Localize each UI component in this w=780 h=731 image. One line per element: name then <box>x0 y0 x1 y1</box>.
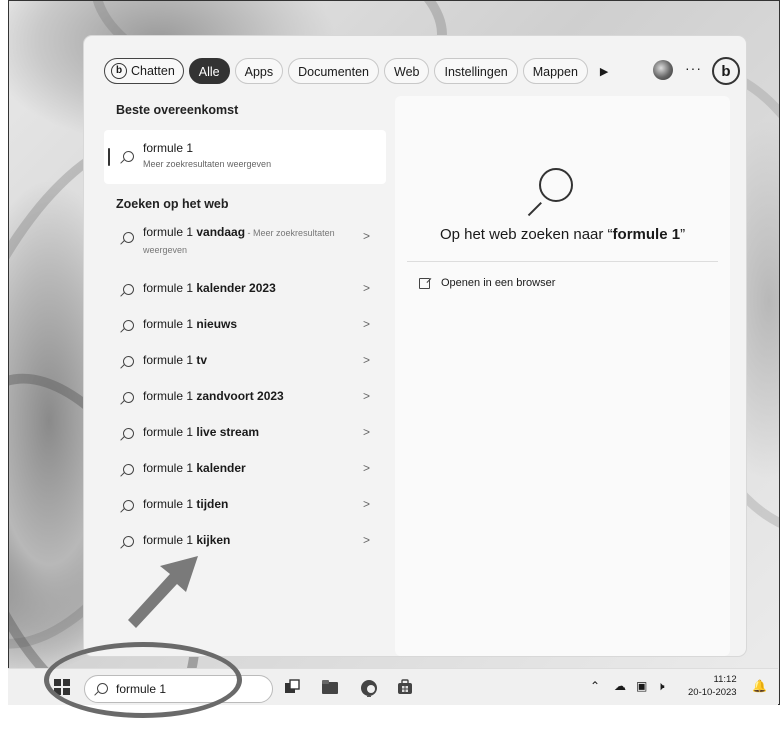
chevron-right-icon: > <box>363 317 371 331</box>
filter-bar: b Chatten Alle Apps Documenten Web Inste… <box>104 57 740 85</box>
taskbar: formule 1 ⌃ ☁ ▣ 🕨 11:12 20-10-2023 🔔 <box>8 668 778 705</box>
clock-time: 11:12 <box>713 674 737 685</box>
chat-label: Chatten <box>131 64 175 78</box>
suggestion-text: formule 1 nieuws <box>143 317 238 331</box>
suggestion-text: formule 1 kijken <box>143 533 231 547</box>
filter-chip-all[interactable]: Alle <box>188 58 230 84</box>
task-view-icon[interactable] <box>284 679 300 695</box>
filter-chip-settings[interactable]: Instellingen <box>434 58 518 84</box>
clock-date: 20-10-2023 <box>688 687 737 698</box>
preview-pane: Op het web zoeken naar “formule 1” Opene… <box>395 96 730 656</box>
store-icon[interactable] <box>397 679 413 695</box>
chevron-right-icon: > <box>363 389 371 403</box>
filter-chip-apps[interactable]: Apps <box>234 58 284 84</box>
clock[interactable]: 11:12 20-10-2023 <box>688 673 737 699</box>
file-explorer-icon[interactable] <box>321 679 338 695</box>
chat-filter-chip[interactable]: b Chatten <box>104 58 184 84</box>
more-filters-arrow-icon[interactable]: ▶ <box>600 65 608 78</box>
search-icon <box>123 320 134 331</box>
chevron-right-icon: > <box>363 497 371 511</box>
suggestion-text: formule 1 tv <box>143 353 208 367</box>
search-icon <box>123 428 134 439</box>
edge-browser-icon[interactable] <box>360 679 377 697</box>
chevron-right-icon: > <box>363 353 371 367</box>
suggestion-text: formule 1 tijden <box>143 497 229 511</box>
web-suggestion-item[interactable]: formule 1 live stream > <box>104 416 386 448</box>
open-in-browser-label: Openen in een browser <box>441 277 556 289</box>
chevron-right-icon: > <box>363 229 371 243</box>
best-match-title: formule 1 <box>143 141 194 155</box>
chevron-right-icon: > <box>363 533 371 547</box>
search-icon <box>539 168 573 202</box>
filter-chip-folders[interactable]: Mappen <box>522 58 588 84</box>
web-suggestion-item[interactable]: formule 1 vandaag - Meer zoekresultaten … <box>104 220 386 255</box>
bing-chat-button[interactable]: b <box>712 57 740 85</box>
suggestion-text: formule 1 live stream <box>143 425 260 439</box>
best-match-subtitle: Meer zoekresultaten weergeven <box>143 159 272 169</box>
search-icon <box>123 392 134 403</box>
web-suggestion-item[interactable]: formule 1 tv > <box>104 344 386 376</box>
search-icon <box>123 284 134 295</box>
chevron-right-icon: > <box>363 281 371 295</box>
chevron-right-icon: > <box>363 461 371 475</box>
search-icon <box>123 464 134 475</box>
notification-bell-icon[interactable]: 🔔 <box>752 679 767 693</box>
web-suggestion-item[interactable]: formule 1 kalender 2023 > <box>104 272 386 304</box>
chevron-right-icon: > <box>363 425 371 439</box>
web-suggestion-item[interactable]: formule 1 zandvoort 2023 > <box>104 380 386 412</box>
open-in-browser-link[interactable]: Openen in een browser <box>419 277 555 289</box>
search-icon <box>123 536 134 547</box>
web-suggestion-item[interactable]: formule 1 kalender > <box>104 452 386 484</box>
windows-start-icon[interactable] <box>54 679 70 695</box>
search-icon <box>123 232 134 243</box>
web-search-title: Op het web zoeken naar “formule 1” <box>439 226 686 243</box>
suggestion-text: formule 1 kalender 2023 <box>143 281 276 295</box>
divider <box>407 261 718 262</box>
web-suggestion-item[interactable]: formule 1 kijken > <box>104 524 386 556</box>
best-match-result[interactable]: formule 1 Meer zoekresultaten weergeven <box>104 130 386 184</box>
results-list: Beste overeenkomst formule 1 Meer zoekre… <box>104 100 386 547</box>
taskbar-search-input[interactable]: formule 1 <box>84 675 273 703</box>
external-link-icon <box>419 277 430 289</box>
search-icon <box>123 500 134 511</box>
suggestion-text: formule 1 zandvoort 2023 <box>143 389 284 403</box>
volume-icon[interactable]: 🕨 <box>657 679 665 694</box>
selection-indicator <box>108 148 110 166</box>
more-options-icon[interactable]: ··· <box>685 60 702 76</box>
web-suggestion-item[interactable]: formule 1 tijden > <box>104 488 386 520</box>
onedrive-icon[interactable]: ☁ <box>614 679 626 693</box>
user-avatar[interactable] <box>653 60 673 80</box>
web-search-heading: Zoeken op het web <box>116 197 229 211</box>
suggestion-text: formule 1 vandaag - Meer zoekresultaten … <box>143 225 335 255</box>
chevron-up-icon[interactable]: ⌃ <box>590 679 600 693</box>
network-icon[interactable]: ▣ <box>636 679 647 693</box>
best-match-heading: Beste overeenkomst <box>116 103 239 117</box>
web-suggestion-item[interactable]: formule 1 nieuws > <box>104 308 386 340</box>
filter-chip-documents[interactable]: Documenten <box>288 58 379 84</box>
search-icon <box>123 151 134 162</box>
search-icon <box>123 356 134 367</box>
search-value: formule 1 <box>116 682 167 696</box>
search-panel: b Chatten Alle Apps Documenten Web Inste… <box>84 36 746 656</box>
filter-chip-web[interactable]: Web <box>384 58 430 84</box>
suggestion-text: formule 1 kalender <box>143 461 246 475</box>
search-icon <box>97 683 108 694</box>
bing-icon: b <box>111 63 127 79</box>
